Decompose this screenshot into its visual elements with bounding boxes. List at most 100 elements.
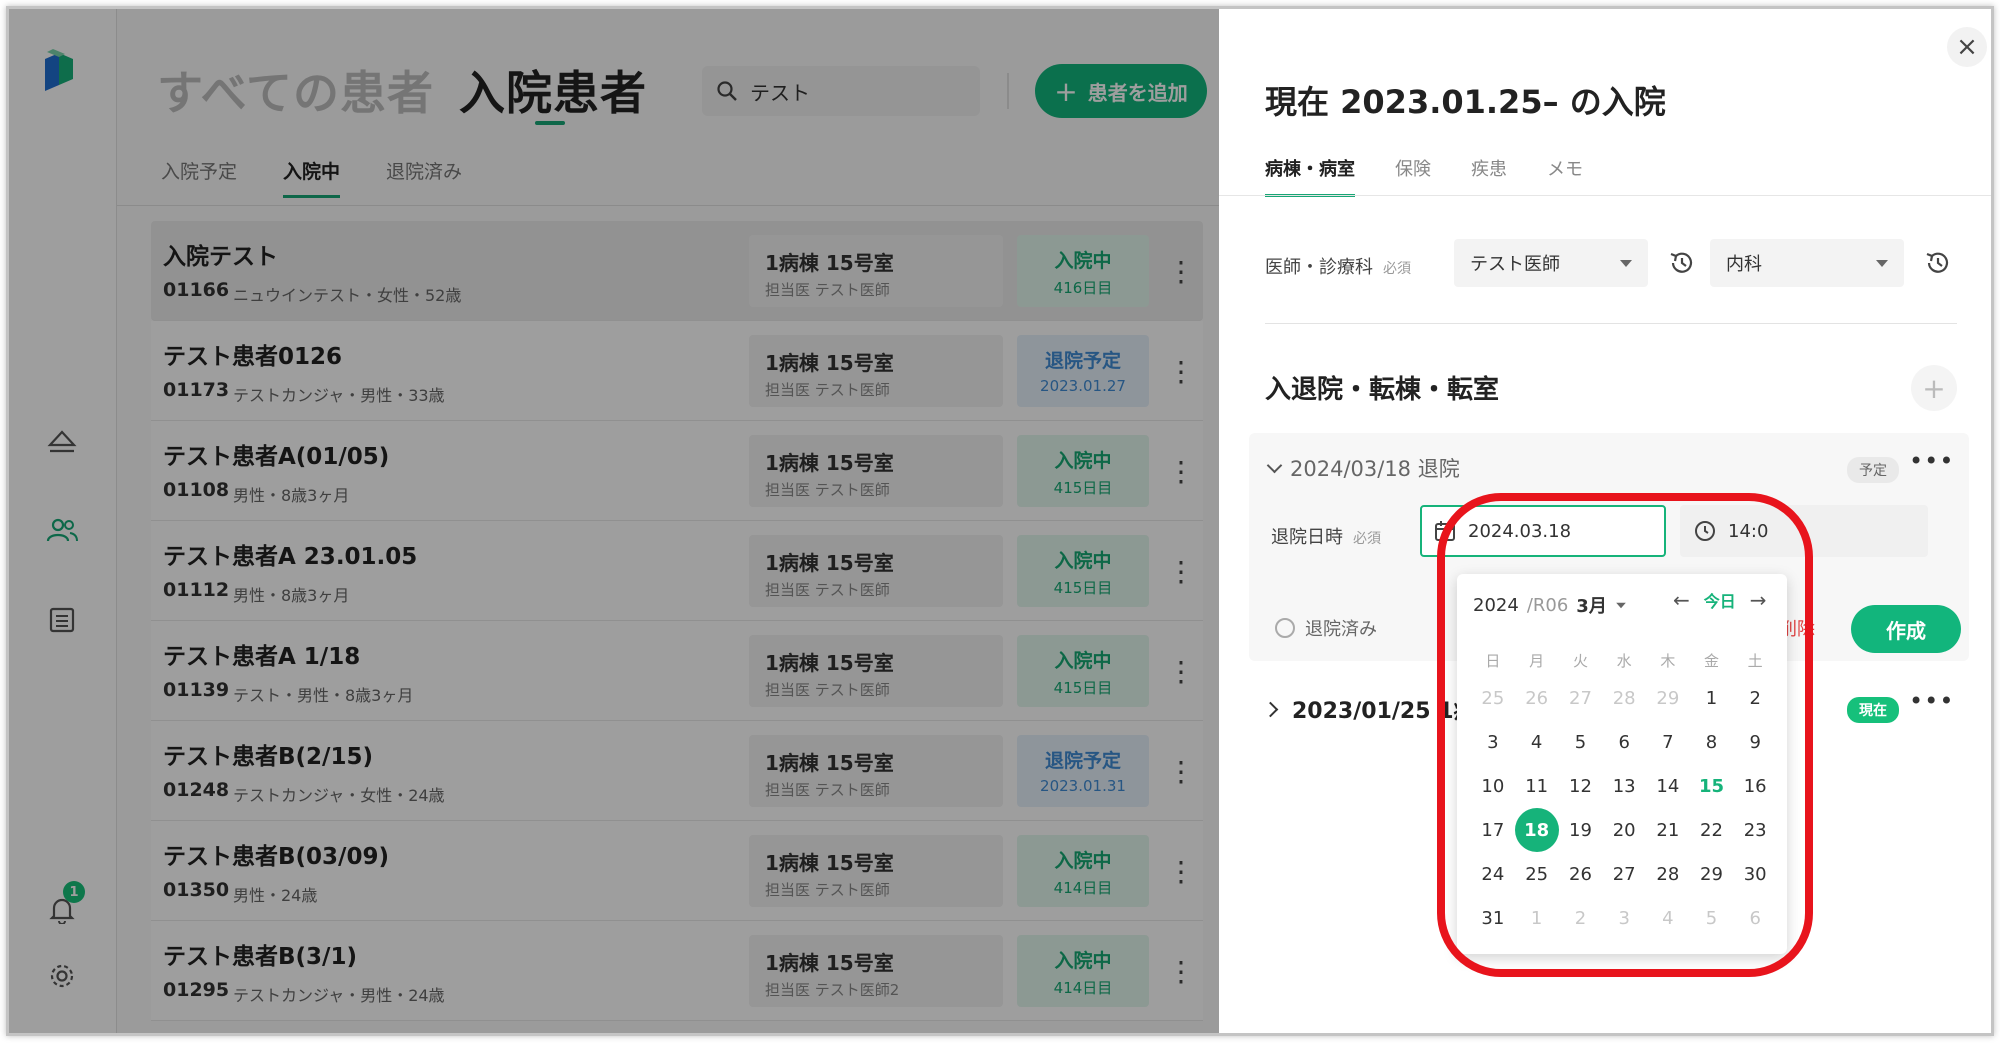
room-label: 1病棟 15号室 xyxy=(765,751,894,775)
doctor-select-value: テスト医師 xyxy=(1470,254,1560,275)
status-label: 入院中 xyxy=(1054,550,1112,572)
patient-row[interactable]: テスト患者A(01/05) 01108 男性・8歳3ヶ月 1病棟 15号室 担当医 テス… xyxy=(151,421,1203,521)
plus-icon: + xyxy=(1922,371,1946,405)
doctor-dept-label: 医師・診療科 必須 xyxy=(1265,253,1411,279)
tab-disease[interactable]: 疾患 xyxy=(1471,155,1507,197)
discharged-radio[interactable]: 退院済み xyxy=(1275,615,1377,641)
doctor-select[interactable]: テスト医師 xyxy=(1454,239,1648,287)
more-vertical-icon[interactable]: ⋮ xyxy=(1167,247,1195,295)
patient-name: テスト患者B(2/15) xyxy=(163,744,373,770)
more-icon[interactable]: ••• xyxy=(1909,447,1954,475)
room-info: 1病棟 15号室 担当医 テスト医師 xyxy=(749,835,1003,907)
status-badge: 現在 xyxy=(1847,697,1899,723)
left-nav: 1 xyxy=(9,9,117,1033)
tab-scheduled[interactable]: 入院予定 xyxy=(161,157,237,198)
room-label: 1病棟 15号室 xyxy=(765,651,894,675)
more-icon[interactable]: ••• xyxy=(1909,687,1954,715)
eject-icon[interactable] xyxy=(43,423,81,461)
doctor-label: 担当医 テスト医師 xyxy=(765,381,890,399)
app-window: 1 すべての患者 入院患者 テスト + 患者を追加 入院予定 入院中 退院済み … xyxy=(6,6,1994,1036)
all-patients-title[interactable]: すべての患者 xyxy=(157,57,434,123)
room-label: 1病棟 15号室 xyxy=(765,251,894,275)
doctor-label: 担当医 テスト医師 xyxy=(765,581,890,599)
status-badge: 入院中 415日目 xyxy=(1017,635,1149,707)
status-badge: 入院中 414日目 xyxy=(1017,935,1149,1007)
patient-name: テスト患者A 1/18 xyxy=(163,644,361,670)
patient-row[interactable]: 入院テスト 01166 ニュウインテスト・女性・52歳 1病棟 15号室 担当医 テスト… xyxy=(151,221,1203,321)
status-sub: 2023.01.27 xyxy=(1040,377,1126,395)
status-badge: 退院予定 2023.01.27 xyxy=(1017,335,1149,407)
add-patient-button[interactable]: + 患者を追加 xyxy=(1035,64,1207,118)
tab-memo[interactable]: メモ xyxy=(1547,155,1583,197)
discharge-datetime-label: 退院日時 必須 xyxy=(1271,523,1381,549)
chevron-right-icon xyxy=(1262,701,1279,717)
patient-meta: 男性・24歳 xyxy=(233,886,318,905)
patients-icon[interactable] xyxy=(43,511,81,549)
patient-id: 01295 xyxy=(163,979,230,1001)
patient-meta: テスト・男性・8歳3ヶ月 xyxy=(233,686,414,705)
tab-insurance[interactable]: 保険 xyxy=(1395,155,1431,197)
add-transfer-button[interactable]: + xyxy=(1911,365,1957,411)
status-sub: 416日目 xyxy=(1053,279,1113,297)
room-info: 1病棟 15号室 担当医 テスト医師 xyxy=(749,235,1003,307)
tab-ward-room[interactable]: 病棟・病室 xyxy=(1265,155,1355,197)
status-badge: 入院中 415日目 xyxy=(1017,535,1149,607)
doctor-dept-label-text: 医師・診療科 xyxy=(1265,257,1373,278)
tab-admitted[interactable]: 入院中 xyxy=(283,157,341,198)
patient-meta: テストカンジャ・男性・33歳 xyxy=(233,386,445,405)
status-badge: 入院中 415日目 xyxy=(1017,435,1149,507)
patient-id: 01112 xyxy=(163,579,230,601)
list-divider xyxy=(117,205,1219,206)
patient-name: 入院テスト xyxy=(163,244,278,270)
history-icon[interactable] xyxy=(1921,246,1955,280)
more-vertical-icon[interactable]: ⋮ xyxy=(1167,547,1195,595)
more-vertical-icon[interactable]: ⋮ xyxy=(1167,847,1195,895)
plus-icon: + xyxy=(1054,74,1078,108)
inpatients-title[interactable]: 入院患者 xyxy=(459,57,647,123)
more-vertical-icon[interactable]: ⋮ xyxy=(1167,947,1195,995)
room-info: 1病棟 15号室 担当医 テスト医師 xyxy=(749,735,1003,807)
patient-row[interactable]: テスト患者0126 01173 テストカンジャ・男性・33歳 1病棟 15号室 担当医 … xyxy=(151,321,1203,421)
status-sub: 415日目 xyxy=(1053,479,1113,497)
room-info: 1病棟 15号室 担当医 テスト医師 xyxy=(749,435,1003,507)
create-button[interactable]: 作成 xyxy=(1851,605,1961,653)
discharge-card-header[interactable]: 2024/03/18 退院 xyxy=(1266,453,1460,483)
list-icon[interactable] xyxy=(43,601,81,639)
more-vertical-icon[interactable]: ⋮ xyxy=(1167,347,1195,395)
doctor-label: 担当医 テスト医師 xyxy=(765,481,890,499)
status-sub: 415日目 xyxy=(1053,579,1113,597)
patient-row[interactable]: テスト患者B(3/1) 01295 テストカンジャ・男性・24歳 1病棟 15号室 担当… xyxy=(151,921,1203,1021)
history-icon[interactable] xyxy=(1665,246,1699,280)
patient-meta: ニュウインテスト・女性・52歳 xyxy=(233,286,462,305)
more-vertical-icon[interactable]: ⋮ xyxy=(1167,447,1195,495)
patient-row[interactable]: テスト患者B(03/09) 01350 男性・24歳 1病棟 15号室 担当医 テスト医… xyxy=(151,821,1203,921)
discharge-header-text: 2024/03/18 退院 xyxy=(1290,457,1460,481)
room-label: 1病棟 15号室 xyxy=(765,951,894,975)
status-badge: 退院予定 2023.01.31 xyxy=(1017,735,1149,807)
doctor-label: 担当医 テスト医師 xyxy=(765,881,890,899)
patient-row[interactable]: テスト患者A 23.01.05 01112 男性・8歳3ヶ月 1病棟 15号室 担当医 … xyxy=(151,521,1203,621)
patient-name: テスト患者A(01/05) xyxy=(163,444,390,470)
patient-name: テスト患者A 23.01.05 xyxy=(163,544,418,570)
close-button[interactable]: × xyxy=(1947,27,1987,67)
section-divider xyxy=(1265,323,1957,324)
doctor-label: 担当医 テスト医師2 xyxy=(765,981,900,999)
room-label: 1病棟 15号室 xyxy=(765,551,894,575)
search-input[interactable]: テスト xyxy=(750,77,810,106)
status-badge: 入院中 414日目 xyxy=(1017,835,1149,907)
chevron-down-icon xyxy=(1876,259,1888,267)
patient-name: テスト患者B(3/1) xyxy=(163,944,357,970)
search-box[interactable]: テスト xyxy=(702,66,980,116)
patient-meta: 男性・8歳3ヶ月 xyxy=(233,486,350,505)
more-vertical-icon[interactable]: ⋮ xyxy=(1167,747,1195,795)
tab-discharged[interactable]: 退院済み xyxy=(386,157,462,198)
patient-row[interactable]: テスト患者A 1/18 01139 テスト・男性・8歳3ヶ月 1病棟 15号室 担当医 … xyxy=(151,621,1203,721)
department-select[interactable]: 内科 xyxy=(1710,239,1904,287)
bell-icon[interactable]: 1 xyxy=(43,881,85,929)
add-patient-label: 患者を追加 xyxy=(1087,80,1188,105)
status-badge: 予定 xyxy=(1847,457,1899,483)
status-sub: 2023.01.31 xyxy=(1040,777,1126,795)
patient-row[interactable]: テスト患者B(2/15) 01248 テストカンジャ・女性・24歳 1病棟 15号室担… xyxy=(151,721,1203,821)
more-vertical-icon[interactable]: ⋮ xyxy=(1167,647,1195,695)
gear-icon[interactable] xyxy=(43,957,81,995)
